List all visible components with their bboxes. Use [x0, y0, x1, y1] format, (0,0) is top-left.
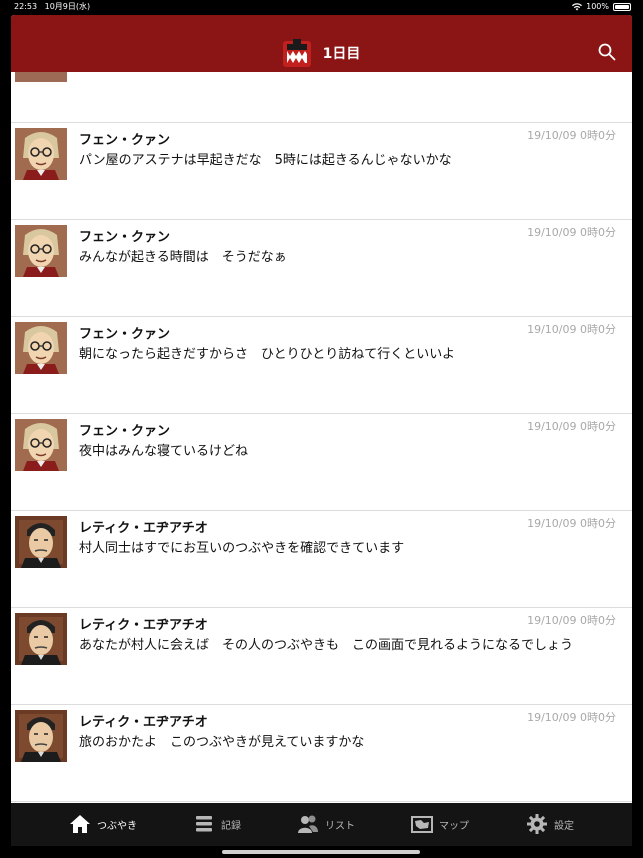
- avatar: [15, 128, 67, 180]
- post-timestamp: 19/10/09 0時0分: [527, 323, 616, 336]
- avatar: [15, 710, 67, 762]
- post-message: 旅のおかたよ このつぶやきが見えていますかな: [79, 735, 365, 750]
- tab-label: つぶやき: [97, 820, 137, 832]
- poster-name: レティク・エヂアチオ: [79, 715, 208, 730]
- poster-name: フェン・クァン: [79, 424, 171, 439]
- gear-icon: [527, 814, 547, 834]
- tab-tweets[interactable]: つぶやき: [69, 813, 137, 835]
- people-icon: [298, 815, 318, 833]
- list-item[interactable]: フェン・クァン 19/10/09 0時0分 夜中はみんな寝ているけどね: [11, 414, 632, 511]
- avatar: [15, 516, 67, 568]
- app-logo-icon: [282, 39, 311, 67]
- search-icon[interactable]: [598, 43, 616, 61]
- post-timestamp: 19/10/09 0時0分: [527, 129, 616, 142]
- list-item[interactable]: レティク・エヂアチオ 19/10/09 0時0分 旅のおかたよ このつぶやきが見…: [11, 705, 632, 802]
- avatar: [15, 72, 67, 82]
- post-message: パン屋のアステナは早起きだな 5時には起きるんじゃないかな: [79, 153, 452, 168]
- battery-icon: [613, 3, 631, 11]
- list-item[interactable]: レティク・エヂアチオ 19/10/09 0時0分 村人同士はすでにお互いのつぶや…: [11, 511, 632, 608]
- tab-map[interactable]: マップ: [411, 813, 469, 835]
- list-item[interactable]: フェン・クァン 19/10/09 0時0分 パン屋のアステナは早起きだな 5時に…: [11, 123, 632, 220]
- app-window: 1日目 フェン・クァン 19/10/09 0時0分 パン屋のアステナは早起きだな…: [11, 15, 632, 803]
- wifi-icon: [572, 3, 583, 11]
- list-item[interactable]: レティク・エヂアチオ 19/10/09 0時0分 あなたが村人に会えば その人の…: [11, 608, 632, 705]
- status-time-date: 22:53 10月9日(水): [14, 0, 90, 14]
- post-list[interactable]: フェン・クァン 19/10/09 0時0分 パン屋のアステナは早起きだな 5時に…: [11, 72, 632, 802]
- avatar: [15, 225, 67, 277]
- poster-name: レティク・エヂアチオ: [79, 618, 208, 633]
- tab-bar: つぶやき 記録 リスト マップ 設定: [11, 803, 632, 846]
- list-item-partial[interactable]: [11, 72, 632, 123]
- post-message: あなたが村人に会えば その人のつぶやきも この画面で見れるようになるでしょう: [79, 638, 574, 653]
- avatar: [15, 322, 67, 374]
- tab-label: 記録: [221, 820, 241, 832]
- post-message: 朝になったら起きだすからさ ひとりひとり訪ねて行くといいよ: [79, 347, 455, 362]
- poster-name: フェン・クァン: [79, 133, 171, 148]
- post-timestamp: 19/10/09 0時0分: [527, 711, 616, 724]
- tab-settings[interactable]: 設定: [526, 813, 574, 835]
- list-lines-icon: [196, 816, 212, 832]
- post-message: みんなが起きる時間は そうだなぁ: [79, 250, 287, 265]
- battery-percent: 100%: [586, 2, 609, 11]
- page-title: 1日目: [322, 46, 361, 62]
- post-message: 夜中はみんな寝ているけどね: [79, 444, 249, 459]
- tab-records[interactable]: 記録: [193, 813, 241, 835]
- list-item[interactable]: フェン・クァン 19/10/09 0時0分 朝になったら起きだすからさ ひとりひ…: [11, 317, 632, 414]
- poster-name: レティク・エヂアチオ: [79, 521, 208, 536]
- home-icon: [70, 815, 90, 833]
- status-time: 22:53: [14, 2, 38, 11]
- post-timestamp: 19/10/09 0時0分: [527, 226, 616, 239]
- list-item[interactable]: フェン・クァン 19/10/09 0時0分 みんなが起きる時間は そうだなぁ: [11, 220, 632, 317]
- poster-name: フェン・クァン: [79, 230, 171, 245]
- status-right: 100%: [572, 0, 631, 14]
- tab-label: 設定: [554, 820, 574, 832]
- tab-label: マップ: [439, 820, 469, 832]
- post-timestamp: 19/10/09 0時0分: [527, 517, 616, 530]
- post-timestamp: 19/10/09 0時0分: [527, 614, 616, 627]
- avatar: [15, 419, 67, 471]
- header-title-group: 1日目: [11, 39, 632, 67]
- status-bar: 22:53 10月9日(水) 100%: [0, 0, 643, 14]
- tab-list[interactable]: リスト: [297, 813, 355, 835]
- post-timestamp: 19/10/09 0時0分: [527, 420, 616, 433]
- status-date: 10月9日(水): [44, 2, 91, 11]
- map-icon: [411, 816, 433, 833]
- home-indicator: [222, 850, 420, 854]
- header-bar: 1日目: [11, 15, 632, 72]
- tab-label: リスト: [325, 820, 355, 832]
- poster-name: フェン・クァン: [79, 327, 171, 342]
- avatar: [15, 613, 67, 665]
- post-message: 村人同士はすでにお互いのつぶやきを確認できています: [79, 541, 405, 556]
